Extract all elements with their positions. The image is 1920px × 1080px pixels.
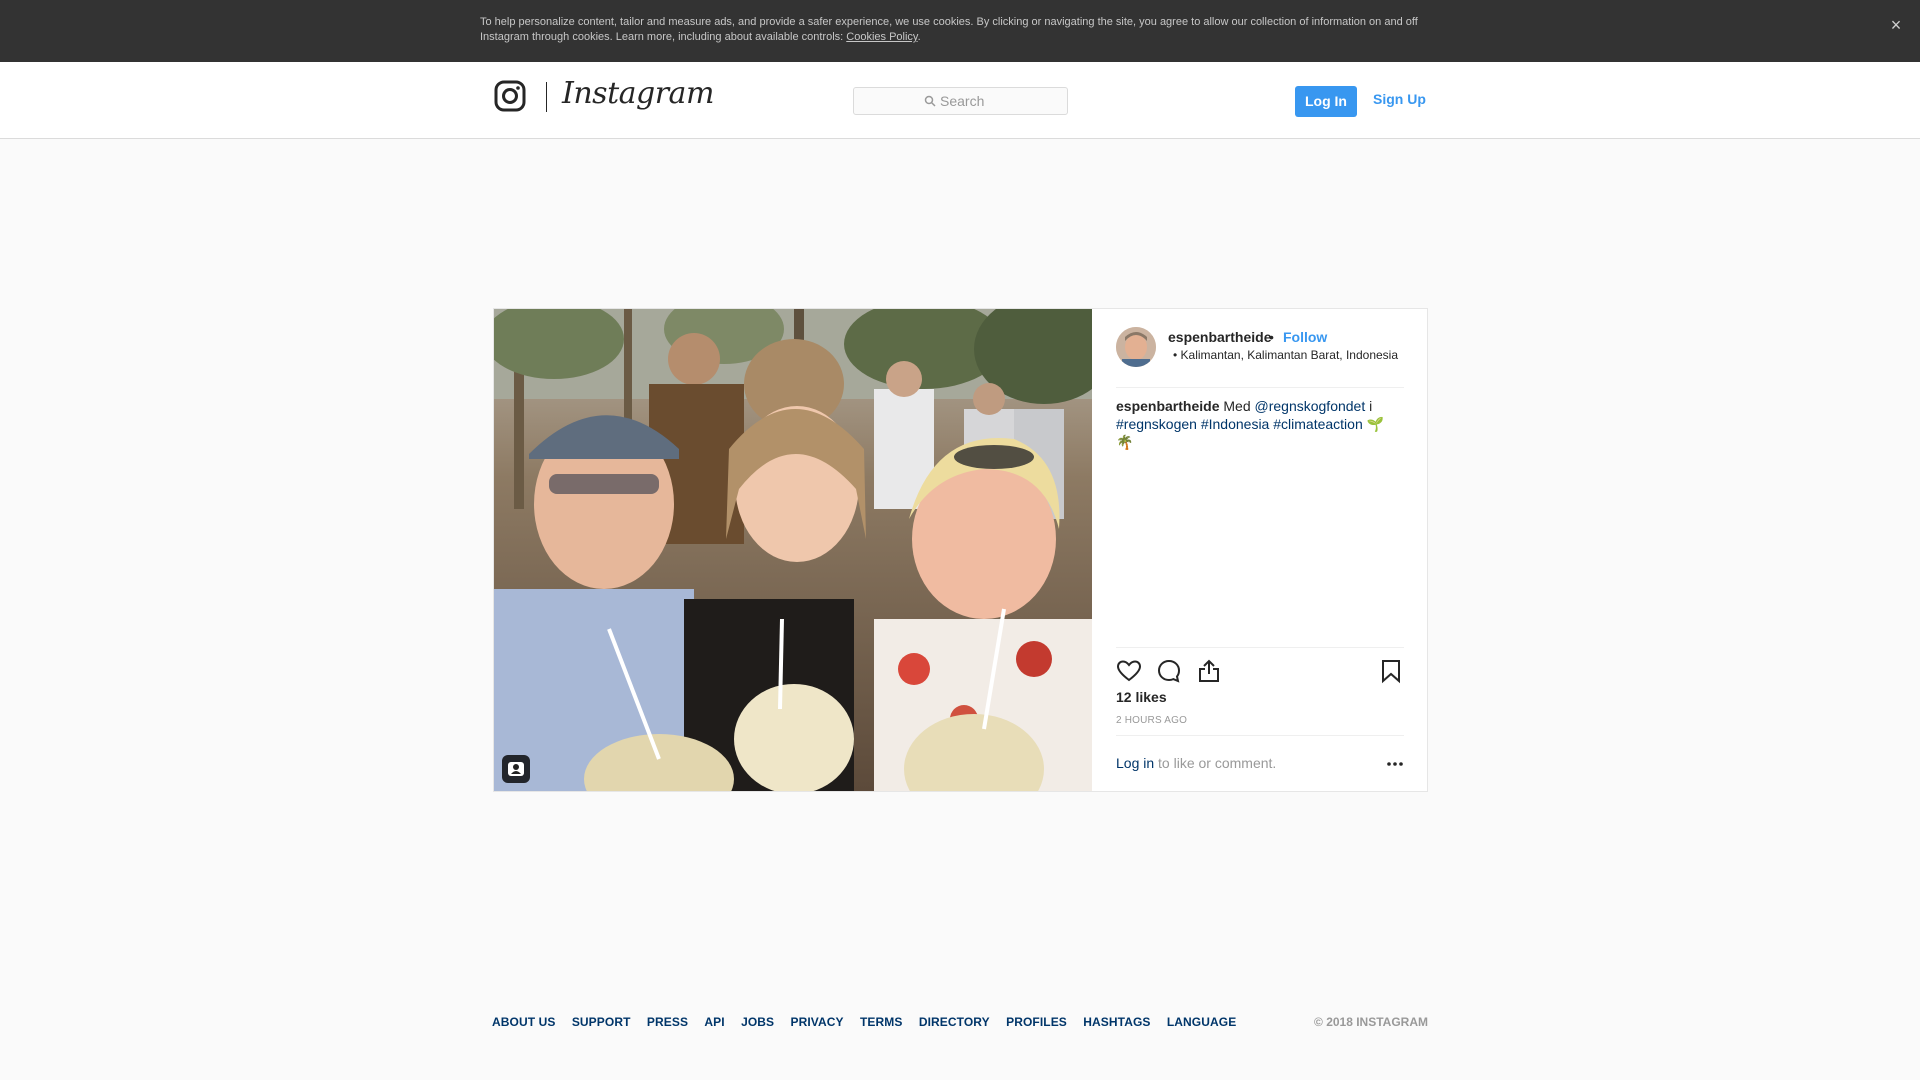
- search-icon: [924, 95, 936, 107]
- avatar[interactable]: [1116, 327, 1156, 367]
- cookie-message: To help personalize content, tailor and …: [480, 16, 1418, 43]
- post-caption: espenbartheide Med @regnskogfondet i #re…: [1116, 397, 1404, 451]
- likes-count[interactable]: 12 likes: [1116, 689, 1167, 705]
- post-photo[interactable]: [494, 309, 1092, 791]
- footer-link-language[interactable]: LANGUAGE: [1167, 1015, 1236, 1029]
- cookie-text: To help personalize content, tailor and …: [480, 15, 1440, 45]
- search-input[interactable]: Search: [853, 87, 1068, 115]
- caption-mention[interactable]: @regnskogfondet: [1255, 398, 1366, 414]
- footer-link-privacy[interactable]: PRIVACY: [790, 1015, 843, 1029]
- logo-divider: [546, 82, 547, 112]
- footer-link-api[interactable]: API: [704, 1015, 724, 1029]
- signup-link[interactable]: Sign Up: [1373, 91, 1426, 107]
- cookie-banner: To help personalize content, tailor and …: [0, 0, 1920, 62]
- footer-link-directory[interactable]: DIRECTORY: [919, 1015, 990, 1029]
- login-prompt-text: to like or comment.: [1154, 755, 1277, 771]
- caption-hashtag[interactable]: #Indonesia: [1201, 416, 1270, 432]
- divider: [1116, 387, 1404, 388]
- comment-icon[interactable]: [1156, 658, 1182, 684]
- divider: [1116, 735, 1404, 736]
- search-placeholder-wrap: Search: [924, 93, 984, 109]
- footer-link-about-us[interactable]: ABOUT US: [492, 1015, 555, 1029]
- copyright: © 2018 INSTAGRAM: [1314, 1015, 1428, 1029]
- caption-username[interactable]: espenbartheide: [1116, 398, 1219, 414]
- caption-hashtag[interactable]: #regnskogen: [1116, 416, 1197, 432]
- cookies-policy-link[interactable]: Cookies Policy: [846, 31, 917, 43]
- post-photo-image: [494, 309, 1092, 791]
- user-tag-icon[interactable]: [502, 755, 530, 783]
- heart-icon[interactable]: [1116, 658, 1142, 684]
- caption-hashtag[interactable]: #climateaction: [1273, 416, 1363, 432]
- footer-link-press[interactable]: PRESS: [647, 1015, 688, 1029]
- divider: [1116, 647, 1404, 648]
- share-icon[interactable]: [1196, 658, 1222, 684]
- login-prompt: Log in to like or comment.: [1116, 755, 1276, 771]
- post-card: espenbartheide • Follow • Kalimantan, Ka…: [493, 308, 1428, 792]
- footer-link-profiles[interactable]: PROFILES: [1006, 1015, 1067, 1029]
- follow-button[interactable]: Follow: [1283, 329, 1327, 345]
- instagram-wordmark[interactable]: Instagram: [562, 76, 714, 112]
- footer-link-jobs[interactable]: JOBS: [741, 1015, 774, 1029]
- login-button[interactable]: Log In: [1295, 86, 1357, 117]
- bookmark-icon[interactable]: [1378, 658, 1404, 684]
- login-link[interactable]: Log in: [1116, 755, 1154, 771]
- footer-nav: ABOUT US SUPPORT PRESS API JOBS PRIVACY …: [492, 1015, 1249, 1029]
- post-location[interactable]: • Kalimantan, Kalimantan Barat, Indonesi…: [1173, 348, 1398, 362]
- footer-link-terms[interactable]: TERMS: [860, 1015, 903, 1029]
- more-icon[interactable]: [1384, 752, 1406, 772]
- username-separator: •: [1269, 329, 1274, 345]
- cookie-end: .: [917, 31, 921, 43]
- search-placeholder: Search: [940, 93, 985, 109]
- top-header: Instagram Search Log In Sign Up: [0, 62, 1920, 139]
- post-sidebar: espenbartheide • Follow • Kalimantan, Ka…: [1092, 309, 1427, 791]
- post-timestamp[interactable]: 2 HOURS AGO: [1116, 715, 1187, 726]
- footer-link-support[interactable]: SUPPORT: [572, 1015, 631, 1029]
- post-username[interactable]: espenbartheide: [1168, 329, 1271, 345]
- footer-link-hashtags[interactable]: HASHTAGS: [1083, 1015, 1150, 1029]
- close-icon[interactable]: ×: [1886, 16, 1906, 36]
- instagram-camera-icon[interactable]: [494, 80, 526, 112]
- caption-text-2: i: [1365, 398, 1373, 414]
- caption-text: Med: [1219, 398, 1255, 414]
